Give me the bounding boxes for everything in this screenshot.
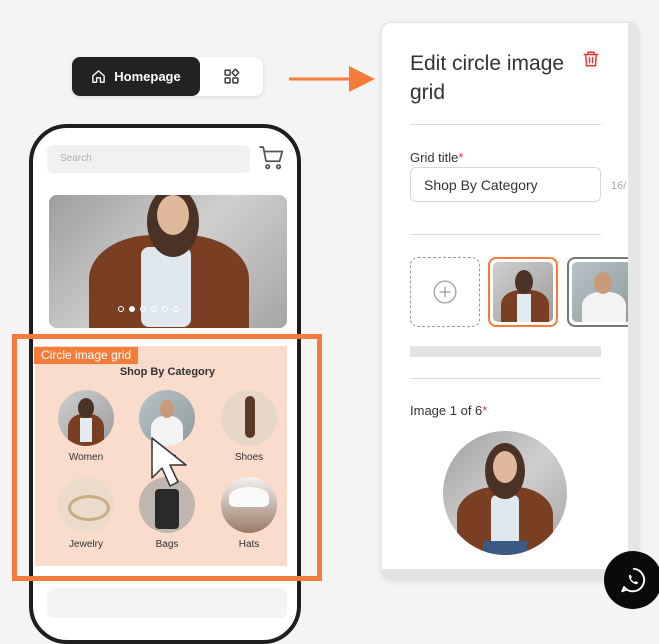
category-label: Hats xyxy=(238,539,260,550)
next-section-preview xyxy=(47,588,287,618)
home-icon xyxy=(92,70,106,83)
divider xyxy=(410,234,601,235)
carousel-dot[interactable] xyxy=(118,306,124,312)
category-image xyxy=(58,390,114,446)
grid-title-label: Grid title* xyxy=(410,150,464,165)
char-counter: 16/ xyxy=(611,180,627,192)
cursor-icon xyxy=(151,437,187,487)
category-image xyxy=(221,477,277,533)
panel-scrollbar[interactable] xyxy=(628,23,638,579)
image-preview[interactable] xyxy=(443,431,567,555)
add-image-button[interactable] xyxy=(410,257,480,327)
divider xyxy=(410,124,601,125)
panel-footer-bar xyxy=(382,569,638,579)
carousel-dot[interactable] xyxy=(129,306,135,312)
grid-view-button[interactable] xyxy=(200,57,263,96)
thumbnail-scrollbar[interactable] xyxy=(410,346,601,357)
carousel-dot[interactable] xyxy=(162,306,168,312)
homepage-button[interactable]: Homepage xyxy=(72,57,200,96)
divider xyxy=(410,378,601,379)
carousel-dots[interactable] xyxy=(118,306,179,312)
category-jewelry[interactable]: Jewelry xyxy=(51,477,121,550)
category-hats[interactable]: Hats xyxy=(214,477,284,550)
category-shoes[interactable]: Shoes xyxy=(214,390,284,463)
carousel-dot[interactable] xyxy=(151,306,157,312)
view-toggle: Homepage xyxy=(72,57,263,96)
section-title: Shop By Category xyxy=(119,366,216,378)
category-label: Shoes xyxy=(234,452,264,463)
trash-icon[interactable] xyxy=(582,49,600,69)
category-women[interactable]: Women xyxy=(51,390,121,463)
category-label: Women xyxy=(68,452,104,463)
grid-title-input[interactable] xyxy=(410,167,601,202)
category-image xyxy=(58,477,114,533)
image-label: Image 1 of 6* xyxy=(410,403,488,418)
carousel-dot[interactable] xyxy=(140,306,146,312)
category-label: Jewelry xyxy=(69,539,103,550)
panel-title: Edit circle image grid xyxy=(410,52,565,104)
homepage-label: Homepage xyxy=(114,69,181,84)
category-label: Bags xyxy=(155,539,179,550)
whatsapp-button[interactable] xyxy=(604,551,659,609)
carousel-dot[interactable] xyxy=(173,306,179,312)
edit-panel: Edit circle image grid Grid title* 16/ I… xyxy=(381,22,639,580)
category-image xyxy=(221,390,277,446)
image-thumbnail-selected[interactable] xyxy=(488,257,558,327)
grid-icon xyxy=(224,68,240,84)
whatsapp-icon xyxy=(621,567,646,593)
plus-circle-icon xyxy=(433,280,457,304)
cart-icon[interactable] xyxy=(259,145,285,171)
section-tag: Circle image grid xyxy=(34,347,139,364)
image-thumbnail[interactable] xyxy=(567,257,637,327)
arrow-right-icon xyxy=(289,66,375,92)
search-input[interactable]: Search xyxy=(47,145,250,173)
